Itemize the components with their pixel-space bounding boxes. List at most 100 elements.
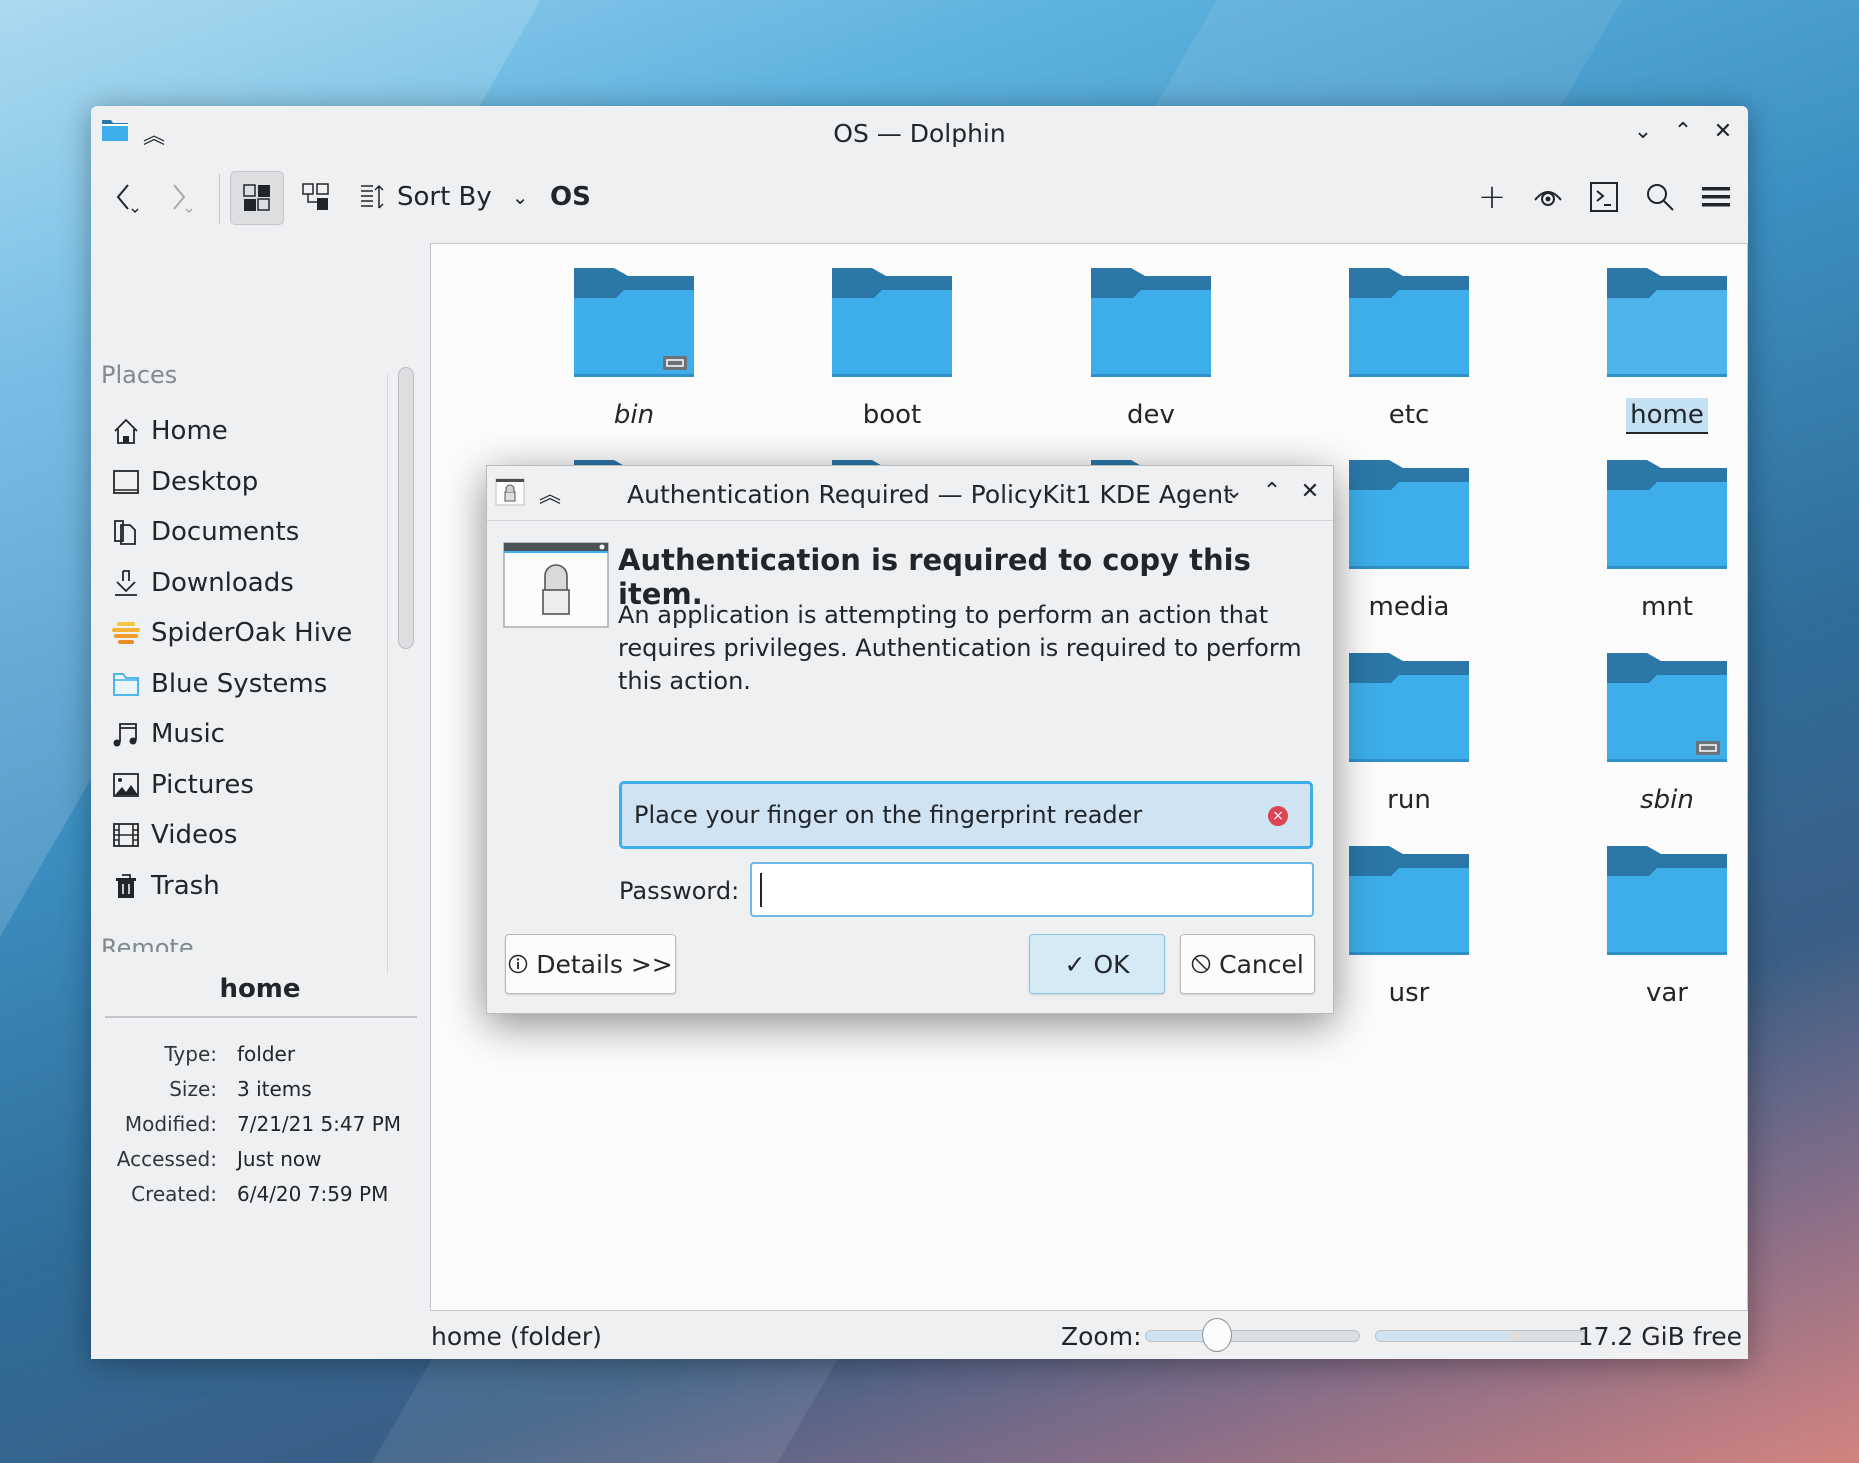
- place-item-music[interactable]: Music: [91, 709, 391, 760]
- folder-icon: [1348, 653, 1470, 763]
- info-value: folder: [237, 1041, 296, 1066]
- authentication-dialog: ︽ Authentication Required — PolicyKit1 K…: [486, 465, 1334, 1014]
- file-item[interactable]: sbin: [1557, 653, 1748, 817]
- dialog-minimize-button[interactable]: ⌄: [1221, 476, 1247, 506]
- disk-space-fill: [1376, 1331, 1508, 1341]
- keep-above-icon[interactable]: ︽: [539, 477, 561, 509]
- error-icon: ×: [1268, 806, 1288, 826]
- info-row: Size: 3 items: [91, 1071, 429, 1106]
- cancel-button[interactable]: Cancel: [1180, 934, 1315, 994]
- place-item-pictures[interactable]: Pictures: [91, 760, 391, 811]
- window-titlebar[interactable]: ︽ OS — Dolphin ⌄ ⌃ ✕: [91, 106, 1748, 158]
- forward-button[interactable]: [155, 172, 205, 222]
- videos-icon: [111, 820, 141, 850]
- place-item-documents[interactable]: Documents: [91, 507, 391, 558]
- places-heading: Places: [101, 361, 178, 389]
- close-icon: ✕: [1300, 478, 1320, 504]
- dialog-maximize-button[interactable]: ⌃: [1259, 476, 1285, 506]
- place-item-home[interactable]: Home: [91, 406, 391, 457]
- folder-icon: [1606, 460, 1728, 570]
- file-name: run: [1387, 785, 1431, 815]
- text-caret: [760, 873, 762, 907]
- dialog-close-button[interactable]: ✕: [1297, 476, 1323, 506]
- places-scrollbar[interactable]: [398, 367, 414, 649]
- maximize-button[interactable]: ⌃: [1670, 116, 1696, 146]
- folder-icon: [1348, 268, 1470, 378]
- tree-view-icon: [302, 183, 329, 210]
- plus-icon: +: [1477, 177, 1507, 217]
- file-item[interactable]: mnt: [1557, 460, 1748, 624]
- close-button[interactable]: ✕: [1710, 116, 1736, 146]
- info-row: Accessed: Just now: [91, 1141, 429, 1176]
- minimize-button[interactable]: ⌄: [1630, 116, 1656, 146]
- folder-icon: [1090, 268, 1212, 378]
- place-item-downloads[interactable]: Downloads: [91, 558, 391, 609]
- minimize-icon: ⌄: [1224, 478, 1244, 504]
- file-item[interactable]: var: [1557, 846, 1748, 1010]
- disk-space-bar[interactable]: [1375, 1330, 1586, 1342]
- place-item-desktop[interactable]: Desktop: [91, 457, 391, 508]
- info-key: Created:: [131, 1181, 217, 1206]
- menu-button[interactable]: [1698, 172, 1734, 222]
- close-icon: ✕: [1713, 118, 1733, 144]
- new-button[interactable]: +: [1474, 172, 1510, 222]
- back-arrow-icon: [116, 184, 139, 214]
- details-view-button[interactable]: [291, 172, 341, 222]
- info-row: Modified: 7/21/21 5:47 PM: [91, 1106, 429, 1141]
- info-value: 3 items: [237, 1076, 312, 1101]
- status-bar: home (folder) Zoom: 17.2 GiB free: [91, 1310, 1748, 1358]
- place-label: Desktop: [151, 466, 259, 497]
- info-key: Size:: [169, 1076, 217, 1101]
- place-item-trash[interactable]: Trash: [91, 861, 391, 912]
- place-label: Videos: [151, 820, 238, 851]
- place-item-spideroak-hive[interactable]: SpiderOak Hive: [91, 608, 391, 659]
- preview-button[interactable]: [1530, 172, 1566, 222]
- password-label: Password:: [619, 877, 740, 905]
- icons-view-button[interactable]: [230, 171, 284, 225]
- main-toolbar: Sort By ⌄ OS +: [91, 158, 1748, 242]
- toolbar-separator: [219, 174, 220, 224]
- dialog-title: Authentication Required — PolicyKit1 KDE…: [627, 480, 1233, 509]
- maximize-icon: ⌃: [1262, 478, 1282, 504]
- place-label: Music: [151, 719, 225, 750]
- file-name: media: [1368, 592, 1450, 622]
- folder-icon: [1348, 460, 1470, 570]
- file-name: boot: [862, 400, 922, 430]
- file-item[interactable]: etc: [1299, 268, 1519, 432]
- place-item-blue-systems[interactable]: Blue Systems: [91, 659, 391, 710]
- downloads-icon: [111, 568, 141, 598]
- file-item[interactable]: boot: [782, 268, 1002, 432]
- info-divider: [105, 1016, 417, 1018]
- info-key: Type:: [164, 1041, 217, 1066]
- folder-icon: [1606, 268, 1728, 378]
- file-name: home: [1626, 398, 1708, 434]
- place-item-videos[interactable]: Videos: [91, 810, 391, 861]
- breadcrumb[interactable]: OS: [550, 182, 591, 212]
- eye-icon: [1534, 191, 1562, 206]
- password-field[interactable]: [750, 862, 1314, 917]
- details-button[interactable]: Details >>: [505, 934, 676, 994]
- terminal-button[interactable]: [1586, 172, 1622, 222]
- back-button[interactable]: [101, 172, 151, 222]
- dialog-description: An application is attempting to perform …: [618, 601, 1302, 695]
- documents-icon: [111, 517, 141, 547]
- file-item[interactable]: dev: [1041, 268, 1261, 432]
- cancel-icon: [1191, 954, 1211, 974]
- zoom-slider[interactable]: [1145, 1318, 1360, 1352]
- zoom-slider-handle[interactable]: [1202, 1318, 1233, 1352]
- pictures-icon: [111, 770, 141, 800]
- info-icon: [508, 954, 528, 974]
- file-name: etc: [1388, 400, 1430, 430]
- sort-by-button[interactable]: Sort By ⌄: [359, 172, 529, 222]
- place-label: Pictures: [151, 769, 254, 800]
- file-name: dev: [1127, 400, 1175, 430]
- file-item[interactable]: bin: [524, 268, 744, 432]
- folder-icon: [1348, 846, 1470, 956]
- dialog-titlebar[interactable]: ︽ Authentication Required — PolicyKit1 K…: [487, 466, 1333, 521]
- file-item[interactable]: home: [1557, 268, 1748, 434]
- search-button[interactable]: [1642, 172, 1678, 222]
- info-value: 6/4/20 7:59 PM: [237, 1181, 389, 1206]
- trash-icon: [111, 871, 141, 901]
- ok-button[interactable]: ✓ OK: [1029, 934, 1165, 994]
- home-icon: [111, 416, 141, 446]
